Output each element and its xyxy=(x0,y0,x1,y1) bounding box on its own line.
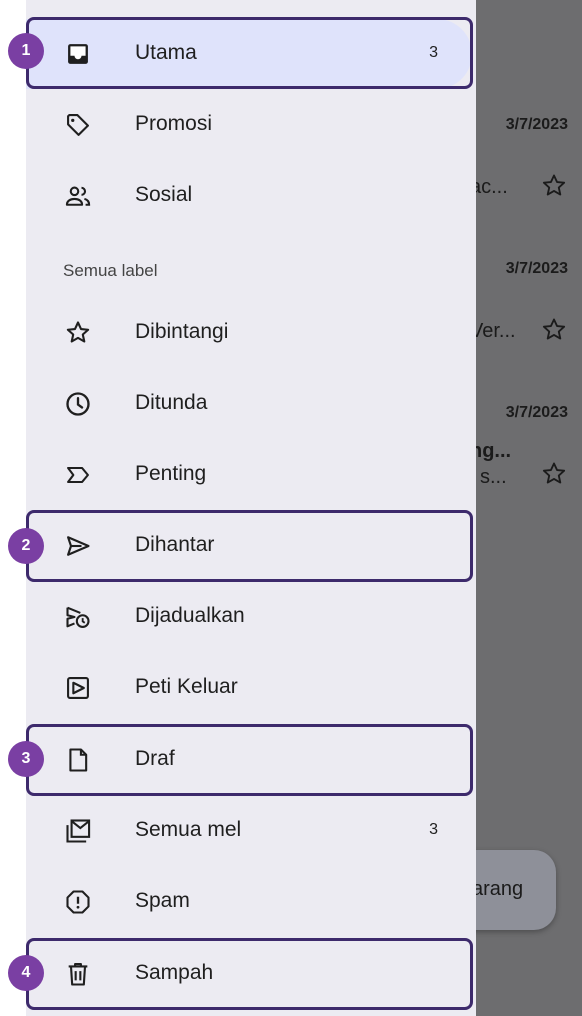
people-icon xyxy=(65,186,91,206)
email-subject: ng... xyxy=(470,440,512,462)
email-date: 3/7/2023 xyxy=(505,404,568,421)
email-date: 3/7/2023 xyxy=(505,116,568,133)
star-icon xyxy=(66,321,90,343)
drawer-item-label: Dijadualkan xyxy=(135,604,245,627)
star-icon[interactable] xyxy=(540,460,568,488)
highlight-box-sampah xyxy=(26,938,473,1010)
drawer-item-label: Peti Keluar xyxy=(135,675,238,698)
drawer-item-label: Dibintangi xyxy=(135,320,229,343)
outbox-icon xyxy=(67,677,89,699)
drawer-item-label: Penting xyxy=(135,462,207,485)
step-badge: 1 xyxy=(8,33,44,69)
drawer-item-label: Sosial xyxy=(135,183,193,206)
drawer-item-penting[interactable]: Penting xyxy=(26,440,472,510)
drawer-item-label: Promosi xyxy=(135,112,213,135)
email-snippet: Ver... xyxy=(470,320,516,342)
star-icon[interactable] xyxy=(540,316,568,344)
drawer-item-label: Ditunda xyxy=(135,391,208,414)
drawer-item-spam[interactable]: Spam xyxy=(26,867,472,937)
drawer-item-dibintangi[interactable]: Dibintangi xyxy=(26,298,472,368)
unread-count: 3 xyxy=(429,821,438,838)
clock-icon xyxy=(66,392,90,416)
spam-icon xyxy=(66,890,90,914)
email-date: 3/7/2023 xyxy=(505,260,568,277)
drawer-item-sosial[interactable]: Sosial xyxy=(26,161,472,231)
highlight-box-dihantar xyxy=(26,510,473,582)
drawer-item-dijadualkan[interactable]: Dijadualkan xyxy=(26,582,472,652)
star-icon[interactable] xyxy=(540,172,568,200)
step-badge: 4 xyxy=(8,955,44,991)
highlight-box-draf xyxy=(26,724,473,796)
drawer-item-ditunda[interactable]: Ditunda xyxy=(26,369,472,439)
drawer-item-peti-keluar[interactable]: Peti Keluar xyxy=(26,653,472,723)
drawer-item-semua-mel[interactable]: Semua mel 3 xyxy=(26,796,472,866)
important-icon xyxy=(67,466,89,484)
drawer-item-promosi[interactable]: Promosi xyxy=(26,90,472,160)
scheduled-send-icon xyxy=(66,606,90,628)
highlight-box-utama xyxy=(26,17,473,89)
step-badge: 2 xyxy=(8,528,44,564)
drawer-item-label: Spam xyxy=(135,889,190,912)
navigation-drawer: Utama 3 Promosi Sosial Semua label Dibin… xyxy=(0,0,476,1016)
all-mail-icon xyxy=(66,819,91,843)
drawer-item-label: Semua mel xyxy=(135,818,242,841)
section-header: Semua label xyxy=(63,261,158,280)
step-badge: 3 xyxy=(8,741,44,777)
tag-icon xyxy=(67,114,89,136)
